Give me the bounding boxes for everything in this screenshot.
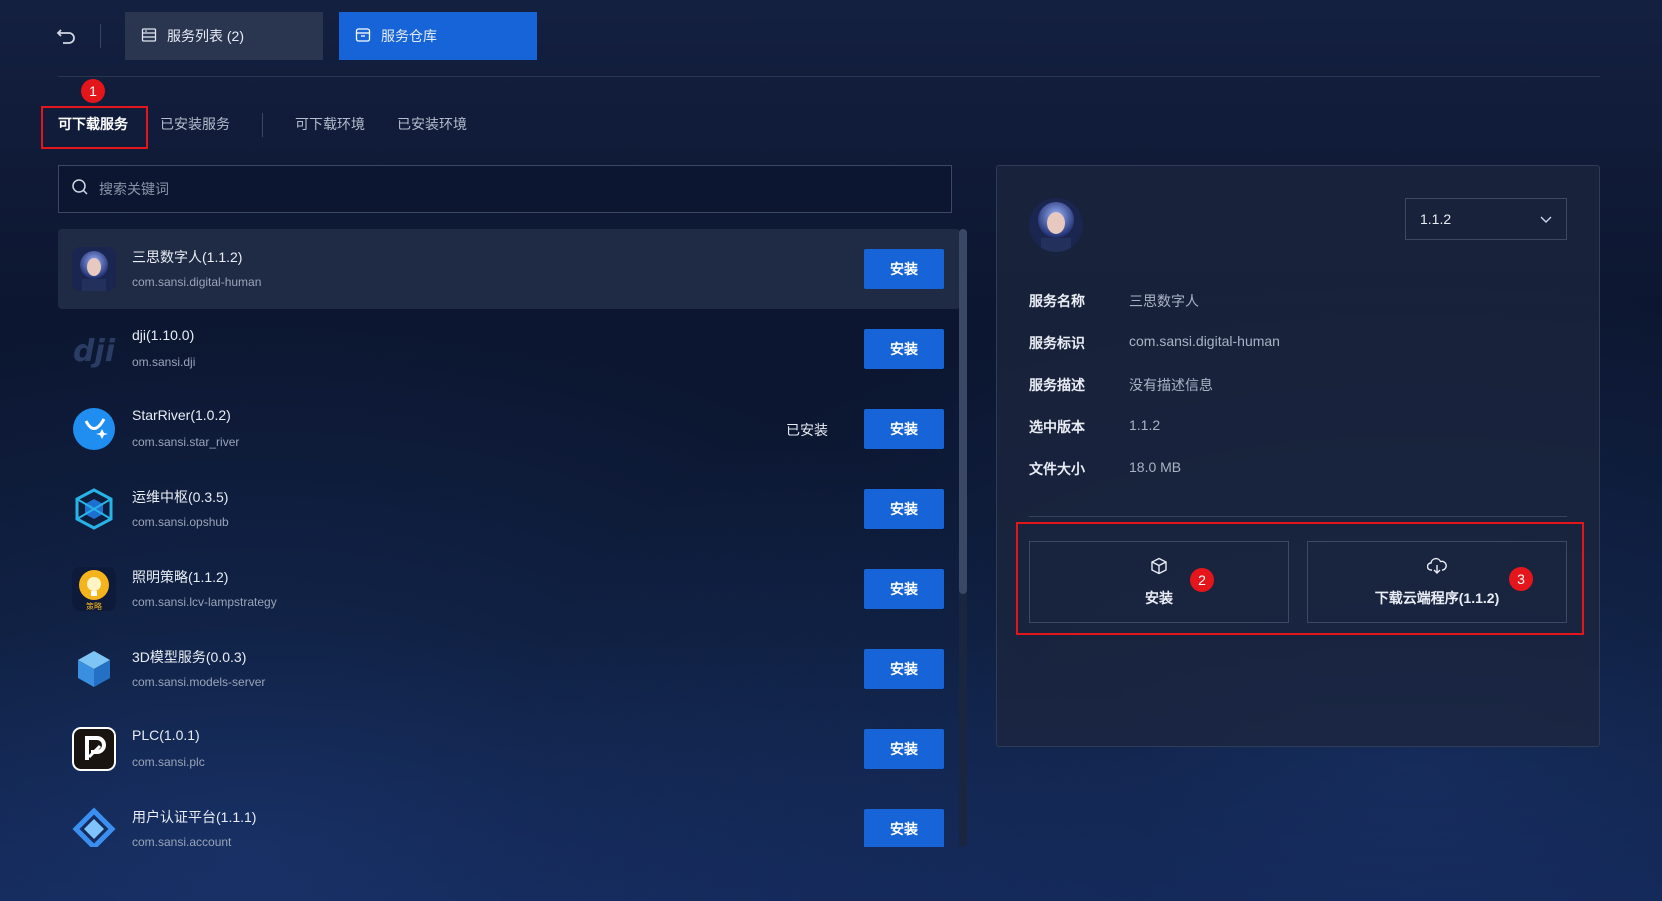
step-marker-1: 1	[81, 79, 105, 103]
digital-human-avatar	[72, 247, 116, 291]
list-item[interactable]: 运维中枢(0.3.5) com.sansi.opshub 安装	[58, 469, 960, 549]
install-button[interactable]: 安装	[864, 809, 944, 847]
tab-installed-services[interactable]: 已安装服务	[160, 114, 230, 134]
install-button[interactable]: 安装	[864, 409, 944, 449]
dji-logo-icon: dji	[72, 327, 116, 371]
service-id: com.sansi.digital-human	[132, 275, 262, 289]
service-name: dji(1.10.0)	[132, 327, 195, 343]
tab-label: 服务仓库	[381, 28, 437, 44]
field-label: 服务描述	[1029, 377, 1085, 393]
service-list: 三思数字人(1.1.2) com.sansi.digital-human 安装 …	[58, 229, 960, 847]
service-detail-panel	[996, 165, 1600, 747]
divider	[100, 24, 101, 48]
list-item[interactable]: 策略 照明策略(1.1.2) com.sansi.lcv-lampstrateg…	[58, 549, 960, 629]
cube-model-icon	[72, 647, 116, 691]
service-id: om.sansi.dji	[132, 355, 196, 369]
field-label: 选中版本	[1029, 419, 1085, 435]
field-value: 三思数字人	[1129, 293, 1199, 309]
install-button[interactable]: 安装	[864, 729, 944, 769]
digital-human-avatar	[1029, 198, 1083, 252]
scrollbar-thumb[interactable]	[959, 229, 967, 594]
service-name: 三思数字人(1.1.2)	[132, 249, 243, 265]
service-name: StarRiver(1.0.2)	[132, 407, 231, 423]
cloud-download-icon	[1426, 557, 1447, 578]
service-id: com.sansi.lcv-lampstrategy	[132, 595, 277, 609]
install-action-button[interactable]: 安装	[1029, 541, 1289, 623]
list-item[interactable]: 3D模型服务(0.0.3) com.sansi.models-server 安装	[58, 629, 960, 709]
step-marker-2: 2	[1190, 568, 1214, 592]
star-river-icon	[72, 407, 116, 451]
list-item[interactable]: 三思数字人(1.1.2) com.sansi.digital-human 安装	[58, 229, 960, 309]
lamp-strategy-icon: 策略	[72, 567, 116, 611]
package-icon	[1150, 557, 1168, 578]
action-label: 下载云端程序(1.1.2)	[1374, 589, 1500, 606]
divider	[262, 113, 263, 137]
search-icon	[71, 178, 89, 201]
service-id: com.sansi.account	[132, 835, 232, 847]
list-item[interactable]: StarRiver(1.0.2) com.sansi.star_river 已安…	[58, 389, 960, 469]
field-label: 文件大小	[1029, 461, 1085, 477]
service-id: com.sansi.models-server	[132, 675, 266, 689]
install-button[interactable]: 安装	[864, 249, 944, 289]
list-item[interactable]: 用户认证平台(1.1.1) com.sansi.account 安装	[58, 789, 960, 847]
install-button[interactable]: 安装	[864, 649, 944, 689]
service-name: 用户认证平台(1.1.1)	[132, 809, 257, 825]
service-name: 3D模型服务(0.0.3)	[132, 649, 247, 665]
service-id: com.sansi.plc	[132, 755, 205, 769]
step-marker-3: 3	[1509, 567, 1533, 591]
list-item[interactable]: dji dji(1.10.0) om.sansi.dji 安装	[58, 309, 960, 389]
divider	[1029, 516, 1567, 517]
version-select[interactable]: 1.1.2	[1405, 198, 1567, 240]
service-id: com.sansi.star_river	[132, 435, 240, 449]
field-value: 1.1.2	[1129, 417, 1161, 433]
list-item[interactable]: PLC(1.0.1) com.sansi.plc 安装	[58, 709, 960, 789]
service-name: PLC(1.0.1)	[132, 727, 200, 743]
back-icon[interactable]	[56, 24, 78, 46]
tab-installed-environments[interactable]: 已安装环境	[397, 114, 467, 134]
plc-icon	[72, 727, 116, 771]
search-box	[58, 165, 952, 213]
service-name: 照明策略(1.1.2)	[132, 569, 229, 585]
install-button[interactable]: 安装	[864, 329, 944, 369]
field-value: com.sansi.digital-human	[1129, 333, 1280, 349]
tab-service-list[interactable]: 服务列表 (2)	[125, 12, 323, 60]
account-auth-icon	[72, 807, 116, 847]
field-label: 服务名称	[1029, 293, 1085, 309]
warehouse-icon	[355, 27, 371, 46]
service-name: 运维中枢(0.3.5)	[132, 489, 229, 505]
action-label: 安装	[1145, 589, 1173, 606]
install-button[interactable]: 安装	[864, 489, 944, 529]
field-value: 没有描述信息	[1129, 377, 1213, 393]
tab-label: 服务列表 (2)	[167, 28, 244, 44]
service-id: com.sansi.opshub	[132, 515, 229, 529]
installed-status: 已安装	[786, 422, 828, 438]
svg-text:dji: dji	[73, 334, 116, 369]
tab-service-warehouse[interactable]: 服务仓库	[339, 12, 537, 60]
field-label: 服务标识	[1029, 335, 1085, 351]
opshub-icon	[72, 487, 116, 531]
header-divider	[58, 76, 1600, 77]
tab-downloadable-services[interactable]: 可下载服务	[58, 114, 128, 134]
tab-downloadable-environments[interactable]: 可下载环境	[295, 114, 365, 134]
chevron-down-icon	[1540, 211, 1552, 227]
lamp-icon-caption: 策略	[86, 601, 102, 611]
selected-version: 1.1.2	[1420, 211, 1452, 227]
field-value: 18.0 MB	[1129, 459, 1182, 475]
install-button[interactable]: 安装	[864, 569, 944, 609]
server-list-icon	[141, 27, 157, 46]
search-input[interactable]	[97, 180, 901, 198]
